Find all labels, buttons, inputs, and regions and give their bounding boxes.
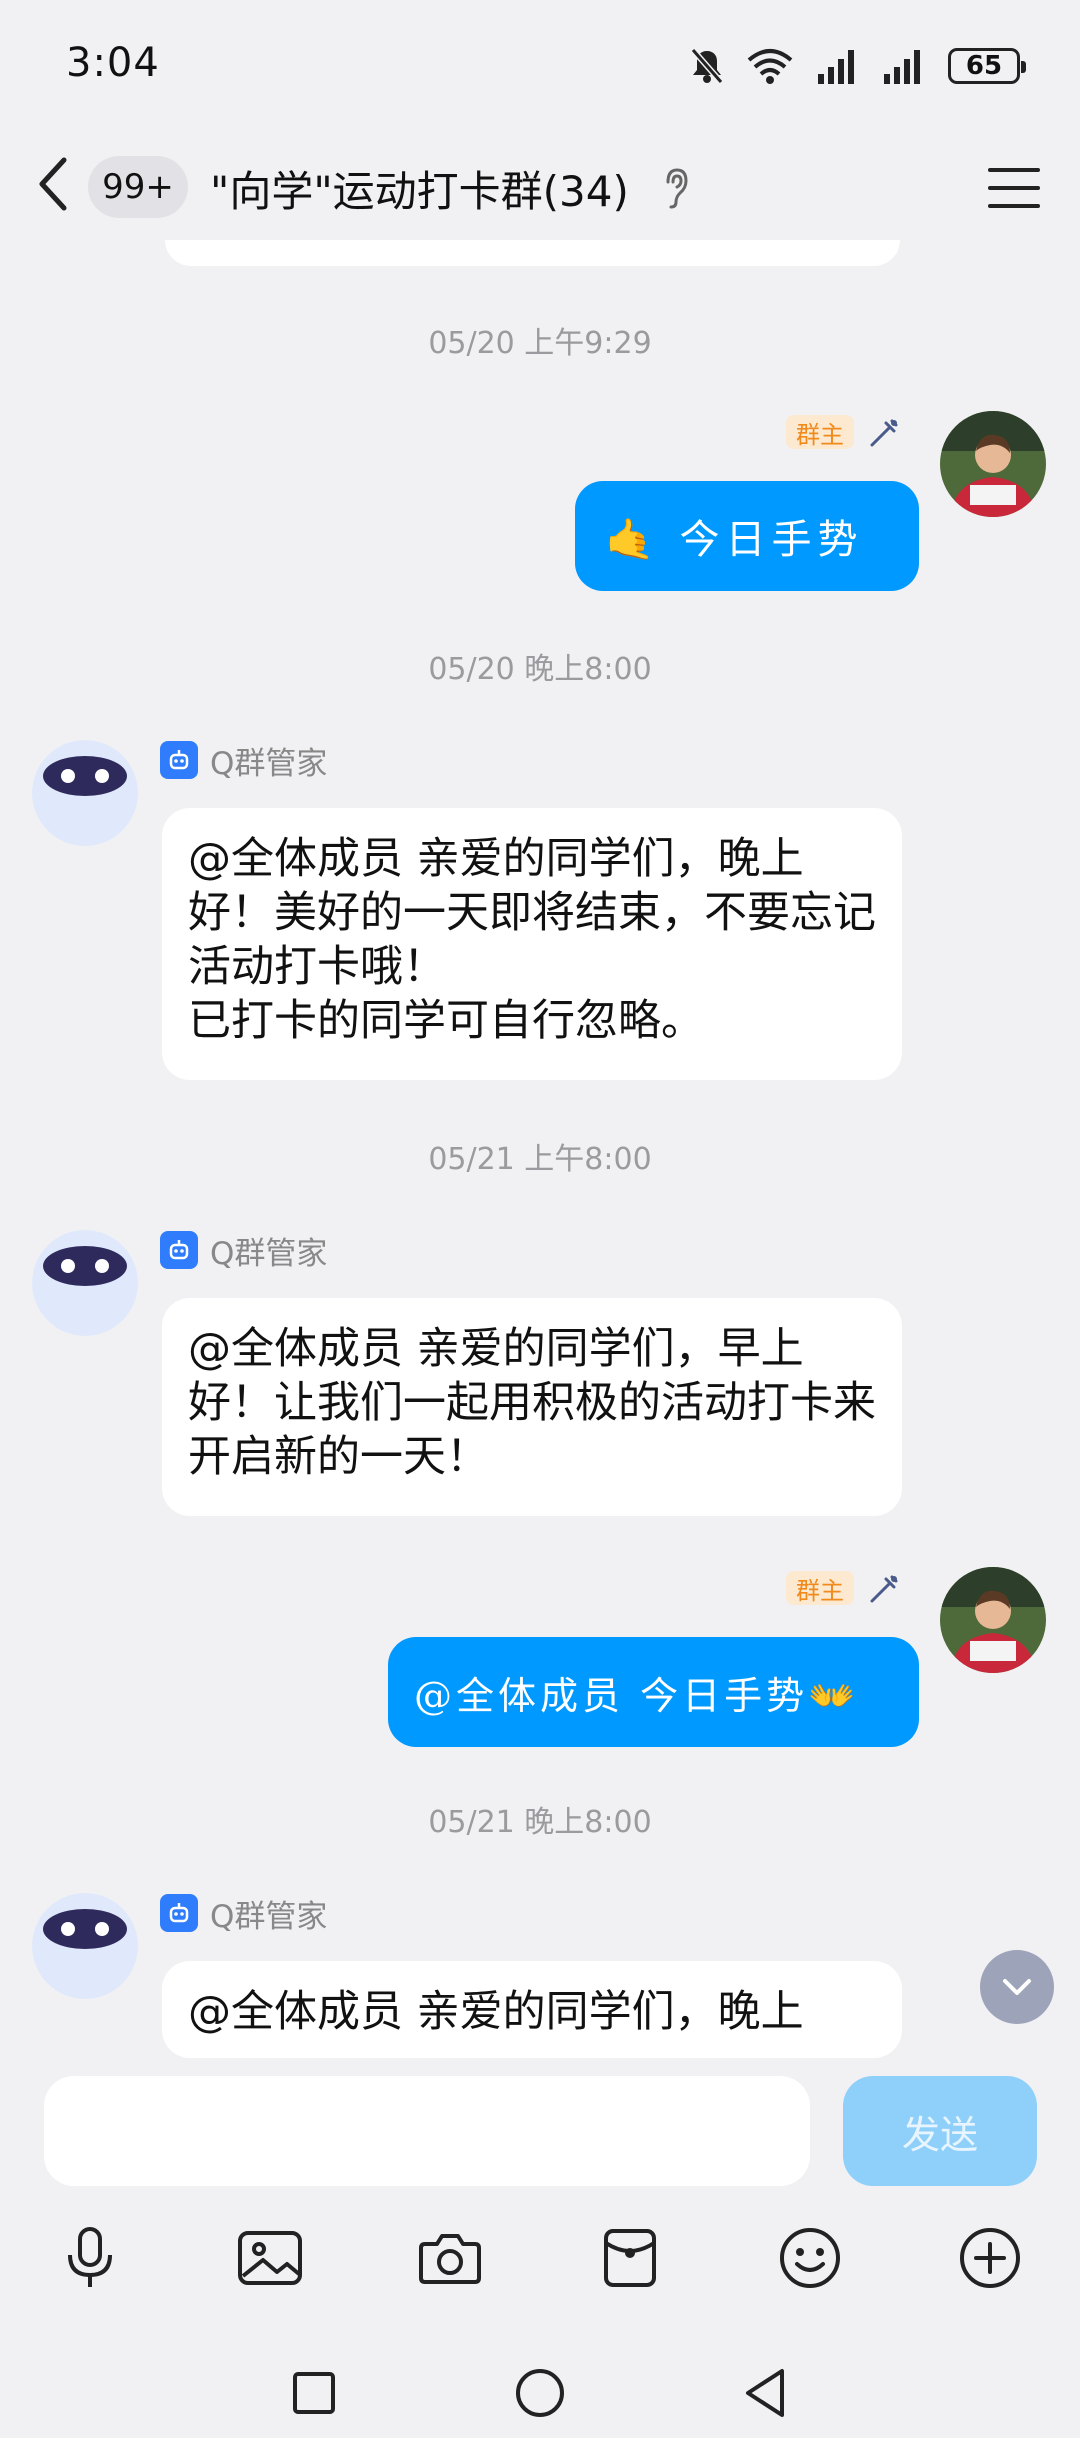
user-photo-icon (940, 411, 1046, 517)
sender-name: Q群管家 (210, 745, 328, 782)
level-icon (870, 1575, 898, 1603)
circle-icon (516, 2369, 564, 2417)
sender-label: Q群管家 (160, 1893, 328, 1935)
unread-count-badge[interactable]: 99+ (88, 156, 188, 218)
chat-header: 99+ "向学"运动打卡群(34) (0, 130, 1080, 250)
bot-badge-icon (160, 1231, 198, 1269)
message-timestamp: 05/20 上午9:29 (428, 326, 652, 361)
image-button[interactable] (230, 2218, 310, 2298)
mute-bell-icon (690, 48, 724, 84)
red-packet-button[interactable] (590, 2218, 670, 2298)
sender-label: Q群管家 (160, 740, 328, 782)
triangle-back-icon (746, 2369, 784, 2417)
square-icon (293, 2372, 335, 2414)
ear-icon[interactable] (662, 166, 690, 210)
level-icon (870, 419, 898, 447)
microphone-icon (68, 2227, 112, 2287)
signal-icon (818, 50, 854, 84)
bot-badge-icon (160, 741, 198, 779)
input-toolbar (0, 2218, 1080, 2298)
bot-avatar[interactable] (32, 740, 138, 846)
avatar[interactable] (940, 1567, 1046, 1673)
signal-icon-2 (884, 50, 920, 84)
message-bubble-sent[interactable]: 🤙 今日手势 (575, 481, 919, 591)
send-button[interactable]: 发送 (843, 2076, 1037, 2186)
emoji-button[interactable] (770, 2218, 850, 2298)
owner-badge: 群主 (786, 1571, 854, 1605)
message-text: 🤙 今日手势 (605, 517, 864, 563)
status-time: 3:04 (66, 40, 160, 86)
message-timestamp: 05/21 上午8:00 (428, 1142, 652, 1177)
smiley-icon (780, 2228, 840, 2288)
message-input[interactable] (44, 2076, 810, 2186)
back-nav-button[interactable] (730, 2358, 800, 2428)
battery-indicator: 65 (948, 48, 1026, 84)
user-photo-icon (940, 1567, 1046, 1673)
wifi-icon (747, 49, 793, 84)
camera-button[interactable] (410, 2218, 490, 2298)
system-nav-bar (0, 2348, 1080, 2438)
input-area: 发送 (0, 2058, 1080, 2438)
back-icon[interactable] (30, 154, 80, 214)
message-bubble-received[interactable]: @全体成员 亲爱的同学们，早上好！让我们一起用积极的活动打卡来开启新的一天！ (162, 1298, 902, 1516)
robot-icon (32, 1230, 138, 1336)
voice-button[interactable] (50, 2218, 130, 2298)
owner-badge: 群主 (786, 415, 854, 449)
bot-avatar[interactable] (32, 1893, 138, 1999)
message-timestamp: 05/20 晚上8:00 (428, 652, 652, 687)
message-text: @全体成员 今日手势👐 (414, 1673, 860, 1718)
message-timestamp: 05/21 晚上8:00 (428, 1805, 652, 1840)
menu-icon[interactable] (986, 166, 1042, 210)
robot-icon (32, 1893, 138, 1999)
status-bar: 3:04 65 (0, 0, 1080, 130)
plus-circle-icon (960, 2228, 1020, 2288)
previous-message-bubble[interactable] (165, 240, 900, 266)
chevron-down-icon (1003, 1979, 1031, 1995)
sender-name: Q群管家 (210, 1235, 328, 1272)
message-bubble-sent[interactable]: @全体成员 今日手势👐 (388, 1637, 919, 1747)
bot-avatar[interactable] (32, 1230, 138, 1336)
status-icons: 65 (690, 44, 1026, 88)
sender-label: Q群管家 (160, 1230, 328, 1272)
robot-icon (32, 740, 138, 846)
recents-button[interactable] (279, 2358, 349, 2428)
bot-badge-icon (160, 1894, 198, 1932)
camera-icon (419, 2234, 481, 2284)
image-icon (238, 2231, 302, 2285)
more-button[interactable] (950, 2218, 1030, 2298)
message-bubble-received[interactable]: @全体成员 亲爱的同学们，晚上好！美好的一天即将结束，不要忘记活动打卡哦！ 已打… (162, 808, 902, 1080)
sender-name: Q群管家 (210, 1898, 328, 1935)
home-button[interactable] (505, 2358, 575, 2428)
message-bubble-received[interactable]: @全体成员 亲爱的同学们，晚上 (162, 1961, 902, 2058)
scroll-to-bottom-button[interactable] (980, 1950, 1054, 2024)
group-title[interactable]: "向学"运动打卡群(34) (210, 158, 629, 219)
red-packet-icon (604, 2229, 656, 2287)
avatar[interactable] (940, 411, 1046, 517)
